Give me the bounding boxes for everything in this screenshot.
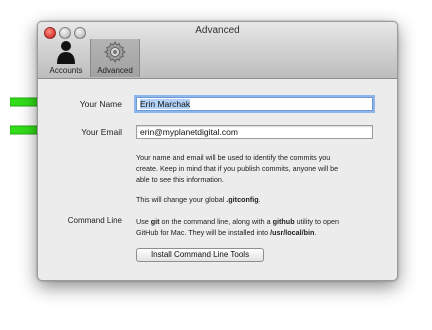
toolbar-advanced-tab[interactable]: Advanced xyxy=(90,39,140,77)
name-field-value: Erin Marchak xyxy=(140,99,191,109)
command-line-text: Use git on the command line, along with … xyxy=(136,216,372,238)
email-field[interactable]: erin@myplanetdigital.com xyxy=(136,125,373,139)
cl-text-2: on the command line, along with a xyxy=(159,217,273,226)
gitconfig-suffix: . xyxy=(258,195,261,204)
cl-text-3: utility to open xyxy=(294,217,339,226)
install-command-line-tools-button[interactable]: Install Command Line Tools xyxy=(136,248,264,262)
cl-github: github xyxy=(272,217,295,226)
name-label: Your Name xyxy=(79,99,122,109)
cl-git: git xyxy=(150,217,160,226)
email-label: Your Email xyxy=(81,127,122,137)
person-silhouette-icon xyxy=(42,39,90,66)
gear-icon xyxy=(91,39,139,66)
toolbar-advanced-label: Advanced xyxy=(97,66,133,75)
gitconfig-prefix: This will change your global xyxy=(136,195,227,204)
identity-help-text: Your name and email will be used to iden… xyxy=(136,152,372,185)
gitconfig-filename: .gitconfig xyxy=(226,195,259,204)
preferences-window: Advanced Accounts Advanced Your Name Eri… xyxy=(37,21,398,281)
help-line-3: able to see this information. xyxy=(136,175,224,184)
cl-text-1: Use xyxy=(136,217,151,226)
cl-text-5: . xyxy=(314,228,317,237)
command-line-label: Command Line xyxy=(67,216,122,225)
cl-text-4: GitHub for Mac. They will be installed i… xyxy=(136,228,271,237)
email-field-value: erin@myplanetdigital.com xyxy=(140,127,238,137)
name-field[interactable]: Erin Marchak xyxy=(136,97,373,111)
toolbar-accounts-tab[interactable]: Accounts xyxy=(42,39,90,77)
title-bar: Advanced Accounts Advanced xyxy=(38,22,397,79)
help-line-2: create. Keep in mind that if you publish… xyxy=(136,164,339,173)
toolbar-accounts-label: Accounts xyxy=(49,66,83,75)
window-title: Advanced xyxy=(195,25,240,36)
cl-path: /usr/local/bin xyxy=(270,228,315,237)
gitconfig-note: This will change your global .gitconfig. xyxy=(136,194,372,205)
help-line-1: Your name and email will be used to iden… xyxy=(136,153,331,162)
